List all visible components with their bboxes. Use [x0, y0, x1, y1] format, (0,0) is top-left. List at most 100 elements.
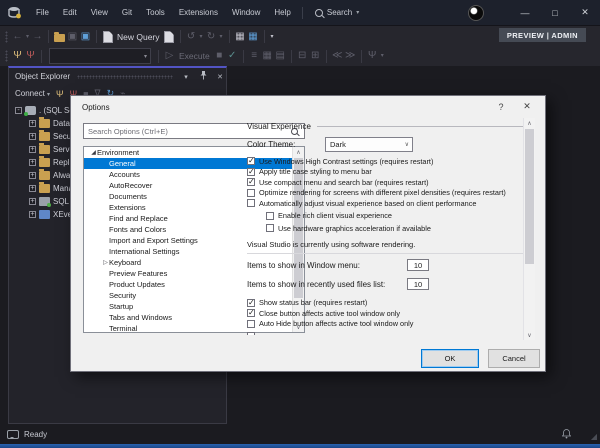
expand-icon[interactable]: +	[29, 211, 36, 218]
settings-scroll-down-icon[interactable]: ∨	[524, 330, 535, 340]
open-query-icon[interactable]	[163, 29, 176, 45]
dialog-help-button[interactable]: ?	[489, 98, 513, 115]
search-icon	[314, 8, 323, 17]
checkbox-unchecked[interactable]	[247, 199, 255, 208]
comment-icon[interactable]: ⊟	[296, 48, 309, 64]
undo-icon[interactable]: ↺	[185, 29, 198, 45]
results-text-icon[interactable]: ▤	[274, 48, 287, 64]
outdent-icon[interactable]: ≪	[331, 48, 344, 64]
minimize-button[interactable]: —	[510, 0, 540, 25]
checkbox-checked[interactable]: ✓	[247, 178, 255, 187]
titlebar-separator	[301, 6, 303, 19]
activity-monitor-icon[interactable]: ▦	[234, 29, 247, 45]
menu-file[interactable]: File	[29, 0, 56, 25]
maximize-button[interactable]: □	[540, 0, 570, 25]
clipped-checkbox-row	[247, 331, 523, 335]
resize-grip[interactable]: ◢	[591, 432, 597, 441]
menu-window[interactable]: Window	[225, 0, 267, 25]
uncomment-icon[interactable]: ⊞	[309, 48, 322, 64]
stop-icon[interactable]: ■	[213, 48, 226, 64]
toolbar-overflow-icon[interactable]: ▾	[269, 29, 276, 45]
close-button[interactable]: ✕	[570, 0, 600, 25]
folder-icon	[39, 156, 50, 167]
toolbar-grip-2[interactable]	[5, 50, 8, 62]
settings-scroll-thumb[interactable]	[525, 129, 534, 264]
redo-caret-icon[interactable]: ▾	[218, 29, 225, 45]
nav-forward-icon[interactable]: →	[31, 29, 44, 45]
expand-icon[interactable]: +	[29, 159, 36, 166]
nav-back-caret-icon[interactable]: ▾	[24, 29, 31, 45]
checkbox-unchecked[interactable]	[247, 188, 255, 197]
status-text: Ready	[24, 429, 48, 439]
debug-icon[interactable]: Ψ	[366, 48, 379, 64]
toolbar-label-execute[interactable]: Execute	[179, 51, 210, 61]
disconnect-icon[interactable]: Ψ	[24, 48, 37, 64]
redo-icon[interactable]: ↻	[205, 29, 218, 45]
checkbox-unchecked[interactable]	[247, 319, 255, 328]
group-separator	[247, 252, 523, 254]
recent-files-input[interactable]: 10	[407, 278, 429, 290]
menu-git[interactable]: Git	[115, 0, 139, 25]
checkbox-unchecked[interactable]	[266, 211, 274, 220]
expand-icon[interactable]: +	[29, 198, 36, 205]
tree-collapsed-icon[interactable]: ▷	[102, 259, 109, 266]
connect-icon[interactable]: Ψ	[11, 48, 24, 64]
menu-view[interactable]: View	[84, 0, 115, 25]
panel-drag-grip[interactable]	[77, 74, 173, 79]
expand-icon[interactable]: +	[29, 146, 36, 153]
quick-search[interactable]: Search ▾	[307, 8, 367, 17]
save-all-icon[interactable]: ▣	[79, 29, 92, 45]
settings-scrollbar[interactable]: ∧ ∨	[523, 118, 535, 340]
estimated-plan-icon[interactable]: ≡	[248, 48, 261, 64]
open-file-icon[interactable]	[53, 29, 66, 45]
parse-icon[interactable]: ✓	[226, 48, 239, 64]
ok-button[interactable]: OK	[421, 349, 479, 368]
nav-back-icon[interactable]: ←	[11, 29, 24, 45]
settings-scroll-up-icon[interactable]: ∧	[524, 118, 535, 128]
checkbox-checked[interactable]: ✓	[247, 309, 255, 318]
checkbox-checked[interactable]: ✓	[247, 298, 255, 307]
menu-tools[interactable]: Tools	[139, 0, 172, 25]
window-position-icon[interactable]: ▾	[180, 73, 192, 81]
color-theme-select[interactable]: Dark ∨	[325, 136, 413, 152]
expand-icon[interactable]: +	[29, 120, 36, 127]
toolbar2-overflow-icon[interactable]: ▾	[379, 48, 386, 64]
toolbar-grip[interactable]	[5, 30, 8, 43]
results-grid-icon[interactable]: ▦	[261, 48, 274, 64]
expand-icon[interactable]: +	[29, 185, 36, 192]
menu-help[interactable]: Help	[267, 0, 297, 25]
oe-connect-icon[interactable]: Ψ	[56, 89, 64, 99]
notifications-bell-icon[interactable]	[561, 429, 571, 439]
recent-files-items-row: Items to show in recently used files lis…	[247, 277, 429, 292]
object-explorer-header[interactable]: Object Explorer ▾ ✕	[9, 68, 226, 85]
panel-close-icon[interactable]: ✕	[214, 73, 226, 81]
indent-icon[interactable]: ≫	[344, 48, 357, 64]
tree-expanded-icon[interactable]: ◢	[90, 149, 97, 156]
undo-caret-icon[interactable]: ▾	[198, 29, 205, 45]
cancel-button[interactable]: Cancel	[488, 349, 540, 368]
execute-icon[interactable]: ▷	[163, 48, 176, 64]
preview-admin-badge: PREVIEW | ADMIN	[498, 28, 586, 42]
toolbar-label-new-query[interactable]: New Query	[117, 32, 160, 42]
save-icon[interactable]: ▣	[66, 29, 79, 45]
checkbox-checked[interactable]: ✓	[247, 157, 255, 166]
checkbox-checked[interactable]: ✓	[247, 167, 255, 176]
user-avatar[interactable]	[468, 4, 484, 21]
window-menu-label: Items to show in Window menu:	[247, 260, 360, 270]
menu-edit[interactable]: Edit	[56, 0, 84, 25]
checkbox-unchecked[interactable]	[266, 224, 274, 233]
collapse-icon[interactable]: -	[15, 107, 22, 114]
dialog-close-button[interactable]: ✕	[515, 98, 539, 115]
database-combobox[interactable]: ▾	[49, 48, 151, 64]
expand-icon[interactable]: +	[29, 133, 36, 140]
connect-dropdown[interactable]: Connect ▾	[15, 89, 50, 98]
new-query-icon[interactable]	[101, 29, 114, 45]
window-menu-input[interactable]: 10	[407, 259, 429, 271]
pin-icon[interactable]	[197, 71, 209, 82]
color-theme-row: Color Theme: Dark ∨	[247, 136, 523, 152]
dialog-title: Options	[82, 102, 110, 112]
expand-icon[interactable]: +	[29, 172, 36, 179]
dialog-title-bar[interactable]: Options	[71, 96, 545, 118]
table-designer-icon[interactable]: ▦	[247, 29, 260, 45]
menu-extensions[interactable]: Extensions	[172, 0, 225, 25]
